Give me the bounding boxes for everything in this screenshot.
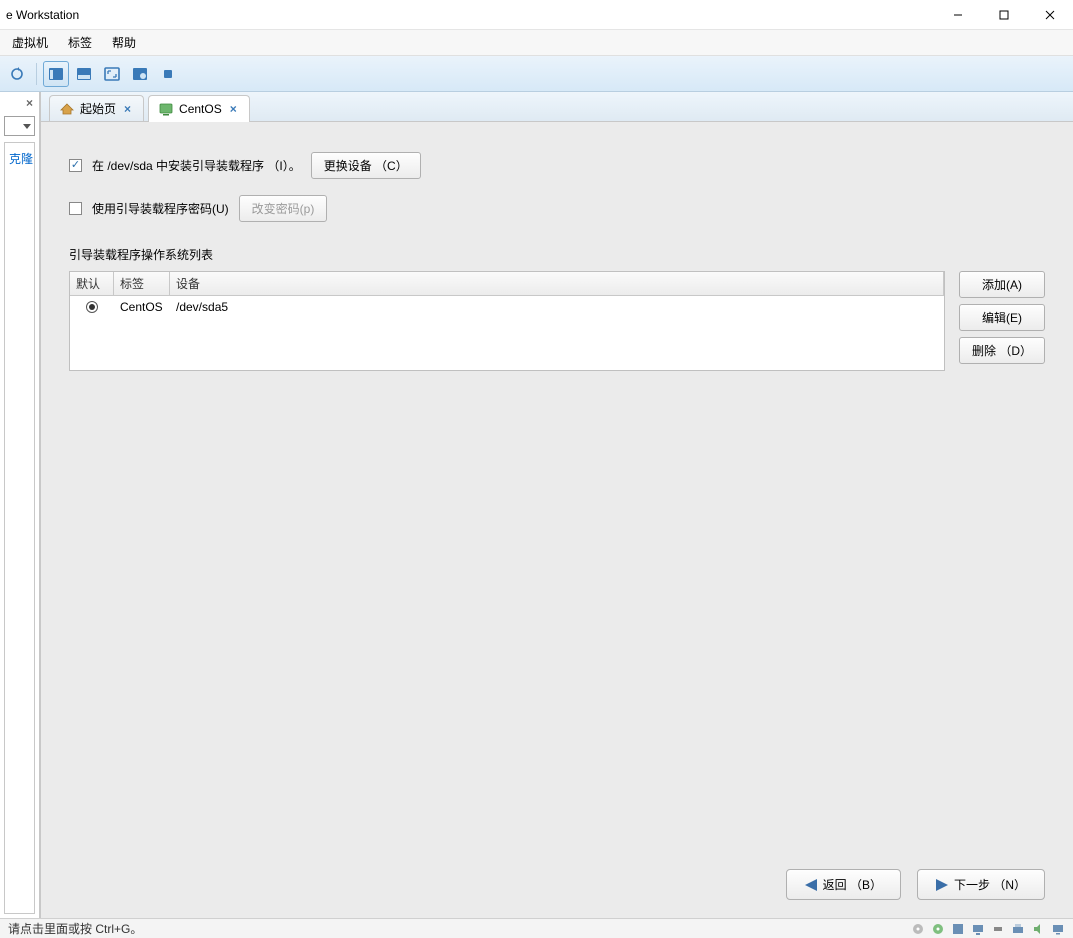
toolbar-separator [36,63,37,85]
back-button[interactable]: 返回 （B） [786,869,901,900]
add-button[interactable]: 添加(A) [959,271,1045,298]
status-display-icon[interactable] [1051,922,1065,936]
change-device-button[interactable]: 更换设备 （C） [311,152,421,179]
bootloader-os-list-title: 引导装载程序操作系统列表 [69,246,1045,263]
toolbar-fullscreen-icon[interactable] [99,61,125,87]
label-install-bootloader: 在 /dev/sda 中安装引导装载程序 （I）。 [92,157,301,174]
toolbar-view1-icon[interactable] [43,61,69,87]
status-sound-icon[interactable] [1031,922,1045,936]
tab-centos[interactable]: CentOS × [148,95,250,122]
toolbar-unity-icon[interactable] [127,61,153,87]
checkbox-install-bootloader[interactable] [69,159,82,172]
tab-home[interactable]: 起始页 × [49,95,144,121]
row-label: CentOS [114,300,170,314]
status-floppy-icon[interactable] [951,922,965,936]
arrow-right-icon [936,879,948,891]
menu-vm[interactable]: 虚拟机 [4,31,56,54]
next-button[interactable]: 下一步 （N） [917,869,1045,900]
checkbox-use-password[interactable] [69,202,82,215]
vm-icon [159,102,173,116]
toolbar-view2-icon[interactable] [71,61,97,87]
change-password-button: 改变密码(p) [239,195,328,222]
menu-tabs[interactable]: 标签 [60,31,100,54]
table-header-device[interactable]: 设备 [170,272,944,295]
row-device: /dev/sda5 [170,300,944,314]
edit-button[interactable]: 编辑(E) [959,304,1045,331]
minimize-button[interactable] [935,0,981,29]
status-disk-icon[interactable] [911,922,925,936]
sidebar-list: 克隆 [4,142,35,914]
sidebar-item-clone[interactable]: 克隆 [7,147,32,170]
chevron-down-icon [23,124,31,129]
status-printer-icon[interactable] [1011,922,1025,936]
menu-help[interactable]: 帮助 [104,31,144,54]
maximize-button[interactable] [981,0,1027,29]
statusbar-hint: 请点击里面或按 Ctrl+G。 [8,920,142,937]
default-radio[interactable] [86,301,98,313]
window-title: e Workstation [6,8,79,22]
tab-home-close-icon[interactable]: × [122,102,133,116]
close-button[interactable] [1027,0,1073,29]
status-network-icon[interactable] [971,922,985,936]
table-header-default[interactable]: 默认 [70,272,114,295]
status-cd-icon[interactable] [931,922,945,936]
toolbar-cycle-icon[interactable] [4,61,30,87]
sidebar-close-icon[interactable]: × [0,92,39,114]
arrow-left-icon [805,879,817,891]
bootloader-os-table: 默认 标签 设备 CentOS /dev/sda5 [69,271,945,371]
tab-home-label: 起始页 [80,100,116,117]
table-row[interactable]: CentOS /dev/sda5 [70,296,944,318]
table-header-label[interactable]: 标签 [114,272,170,295]
status-usb-icon[interactable] [991,922,1005,936]
sidebar-dropdown[interactable] [4,116,35,136]
toolbar-small-icon[interactable] [155,61,181,87]
label-use-password: 使用引导装载程序密码(U) [92,200,229,217]
tab-centos-close-icon[interactable]: × [228,102,239,116]
delete-button[interactable]: 删除 （D） [959,337,1045,364]
home-icon [60,102,74,116]
tab-centos-label: CentOS [179,102,222,116]
